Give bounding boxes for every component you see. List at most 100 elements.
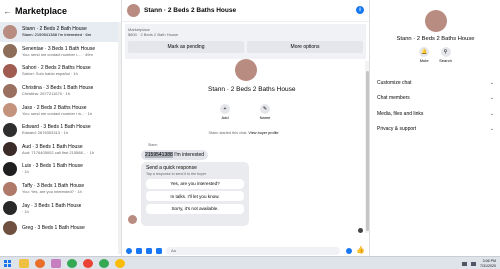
search-icon: ⚲ bbox=[440, 47, 451, 57]
list-item[interactable]: Senentae · 3 Beds 1 Bath House You: send … bbox=[0, 42, 121, 62]
file-explorer-icon[interactable] bbox=[19, 258, 29, 268]
chat-panel: Stann · 2 Beds 2 Baths House i Marketpla… bbox=[122, 0, 370, 256]
menu-item-label: Chat members bbox=[377, 95, 410, 102]
volume-icon[interactable] bbox=[471, 261, 476, 266]
customize-chat-item[interactable]: Customize chat ⌄ bbox=[371, 75, 500, 91]
chat-scrollbar[interactable] bbox=[365, 61, 369, 233]
quick-response-option[interactable]: In talks. I'll let you know. bbox=[146, 191, 244, 201]
composer: Aa 👍 bbox=[122, 245, 369, 256]
add-person-icon: + bbox=[220, 104, 230, 114]
chrome-icon[interactable] bbox=[83, 258, 93, 268]
list-item-preview: · 1h bbox=[22, 208, 29, 214]
menu-item-label: Customize chat bbox=[377, 79, 412, 86]
list-item[interactable]: Luis · 3 Beds 1 Bath House · 1h bbox=[0, 159, 121, 179]
list-item[interactable]: Taffy · 3 Beds 1 Bath House You: Yes, are… bbox=[0, 179, 121, 199]
conversation-list-panel: ← Marketplace Stann · 2 Beds 2 Bath Hous… bbox=[0, 0, 122, 256]
view-buyer-profile-link[interactable]: View buyer profile bbox=[248, 131, 278, 135]
add-button[interactable]: + Add bbox=[215, 104, 235, 120]
mute-label: Mute bbox=[419, 58, 429, 63]
started-text: Stann started this chat. bbox=[208, 131, 248, 135]
avatar bbox=[3, 24, 17, 39]
list-item-text: Christina · 3 Beds 1 Bath House Christina… bbox=[22, 85, 93, 96]
search-button[interactable]: ⚲ Search bbox=[439, 47, 452, 63]
avatar bbox=[3, 220, 17, 235]
list-item[interactable]: Christina · 3 Beds 1 Bath House Christina… bbox=[0, 81, 121, 101]
list-item-text: Edward · 3 Beds 1 Bath House Edward: 2676… bbox=[22, 124, 91, 135]
message-input[interactable]: Aa bbox=[166, 246, 340, 255]
mark-pending-button[interactable]: Mark as pending bbox=[128, 41, 244, 53]
scrollbar-thumb[interactable] bbox=[365, 71, 369, 231]
gif-icon[interactable] bbox=[156, 247, 162, 254]
avatar bbox=[3, 181, 17, 196]
menu-item-label: Media, files and links bbox=[377, 110, 424, 117]
listing-summary[interactable]: $800 · 2 Beds 2 Bath House bbox=[128, 32, 363, 37]
info-icon[interactable]: i bbox=[356, 6, 364, 14]
name-button[interactable]: ✎ Name bbox=[255, 104, 275, 120]
quick-response-card: Send a quick response Tap a response to … bbox=[141, 162, 249, 226]
chat-started-notice: Stann started this chat. View buyer prof… bbox=[122, 131, 365, 135]
avatar bbox=[3, 83, 17, 98]
back-arrow-icon[interactable]: ← bbox=[3, 7, 12, 16]
list-item-text: Jay · 3 Beds 1 Bath House · 1h bbox=[22, 203, 81, 214]
message-area: Stann · 2 Beds 2 Baths House + Add ✎ Nam… bbox=[122, 59, 365, 245]
chevron-down-icon: ⌄ bbox=[489, 110, 494, 117]
clock-time: 3:06 PM bbox=[482, 259, 496, 263]
chrome-icon[interactable] bbox=[115, 258, 125, 268]
plus-icon[interactable] bbox=[126, 247, 132, 254]
chrome-icon[interactable] bbox=[99, 258, 109, 268]
image-icon[interactable] bbox=[136, 247, 142, 254]
list-item[interactable]: Greg · 3 Beds 1 Bath House bbox=[0, 218, 121, 238]
chat-header: Stann · 2 Beds 2 Baths House i bbox=[122, 0, 369, 22]
details-name: Stann · 2 Beds 2 Baths House bbox=[396, 36, 475, 42]
avatar bbox=[128, 215, 137, 224]
list-item-text: Luis · 3 Beds 1 Bath House · 1h bbox=[22, 163, 83, 174]
list-scrollbar[interactable] bbox=[118, 22, 121, 254]
message-bubble: 2159541388 I'm interested bbox=[141, 150, 209, 160]
chat-profile: Stann · 2 Beds 2 Baths House bbox=[208, 59, 295, 93]
sticker-icon[interactable] bbox=[146, 247, 152, 254]
list-item[interactable]: Jay · 3 Beds 1 Bath House · 1h bbox=[0, 198, 121, 218]
chat-members-item[interactable]: Chat members ⌄ bbox=[371, 91, 500, 107]
list-item-preview: You: send me contact number i.... · 49m bbox=[22, 51, 93, 57]
list-item[interactable]: Edward · 3 Beds 1 Bath House Edward: 2676… bbox=[0, 120, 121, 140]
windows-start-icon[interactable] bbox=[2, 259, 13, 268]
marketplace-title: Marketplace bbox=[15, 6, 68, 16]
list-item[interactable]: Stann · 2 Beds 2 Bath House Stann: 215954… bbox=[0, 22, 121, 42]
more-options-button[interactable]: More options bbox=[247, 41, 363, 53]
list-item-text: Taffy · 3 Beds 1 Bath House You: Yes, are… bbox=[22, 183, 84, 194]
firefox-icon[interactable] bbox=[35, 258, 45, 268]
avatar bbox=[3, 161, 17, 176]
list-item[interactable]: Sahori · 2 Beds 2 Baths House Sahori: Sol… bbox=[0, 61, 121, 81]
network-icon[interactable] bbox=[462, 261, 467, 266]
phone-number: 2159541388 bbox=[145, 152, 173, 158]
seen-indicator-icon bbox=[358, 228, 363, 233]
clock[interactable]: 3:06 PM 7/31/2020 bbox=[480, 259, 496, 268]
list-item-title: Greg · 3 Beds 1 Bath House bbox=[22, 224, 85, 231]
avatar bbox=[235, 59, 257, 81]
emoji-icon[interactable] bbox=[346, 247, 352, 254]
chrome-icon[interactable] bbox=[67, 258, 77, 268]
list-item-preview: Edward: 2676353313 · 1h bbox=[22, 130, 69, 136]
menu-item-label: Privacy & support bbox=[377, 126, 417, 133]
conversation-details-panel: Stann · 2 Beds 2 Baths House 🔔 Mute ⚲ Se… bbox=[371, 0, 500, 256]
thumbs-up-icon[interactable]: 👍 bbox=[356, 247, 365, 254]
app-icon[interactable] bbox=[51, 258, 61, 268]
list-item[interactable]: Aud · 3 Beds 1 Bath House Aud: 7176405002… bbox=[0, 140, 121, 160]
media-files-links-item[interactable]: Media, files and links ⌄ bbox=[371, 106, 500, 122]
quick-response-option[interactable]: Sorry, it's not available. bbox=[146, 203, 244, 214]
list-item-preview: Christina: 2677211670 · 1h bbox=[22, 91, 70, 97]
mute-button[interactable]: 🔔 Mute bbox=[419, 47, 430, 63]
avatar bbox=[3, 103, 17, 118]
quick-response-option[interactable]: Yes, are you interested? bbox=[146, 178, 244, 189]
list-item[interactable]: Jass · 2 Beds 2 Baths House You: send me … bbox=[0, 100, 121, 120]
privacy-support-item[interactable]: Privacy & support ⌄ bbox=[371, 122, 500, 138]
list-item-preview: · 1h bbox=[22, 169, 29, 175]
avatar[interactable] bbox=[127, 4, 140, 17]
avatar bbox=[3, 201, 17, 216]
list-item-preview: Sahori: Solo hablo español · 1h bbox=[22, 71, 78, 77]
chat-title[interactable]: Stann · 2 Beds 2 Baths House bbox=[144, 7, 236, 14]
avatar bbox=[3, 142, 17, 157]
message-text: I'm interested bbox=[172, 152, 205, 158]
list-item-title: Luis · 3 Beds 1 Bath House bbox=[22, 163, 83, 170]
list-item-preview: You: send me contact number i w... · 1h bbox=[22, 110, 93, 116]
